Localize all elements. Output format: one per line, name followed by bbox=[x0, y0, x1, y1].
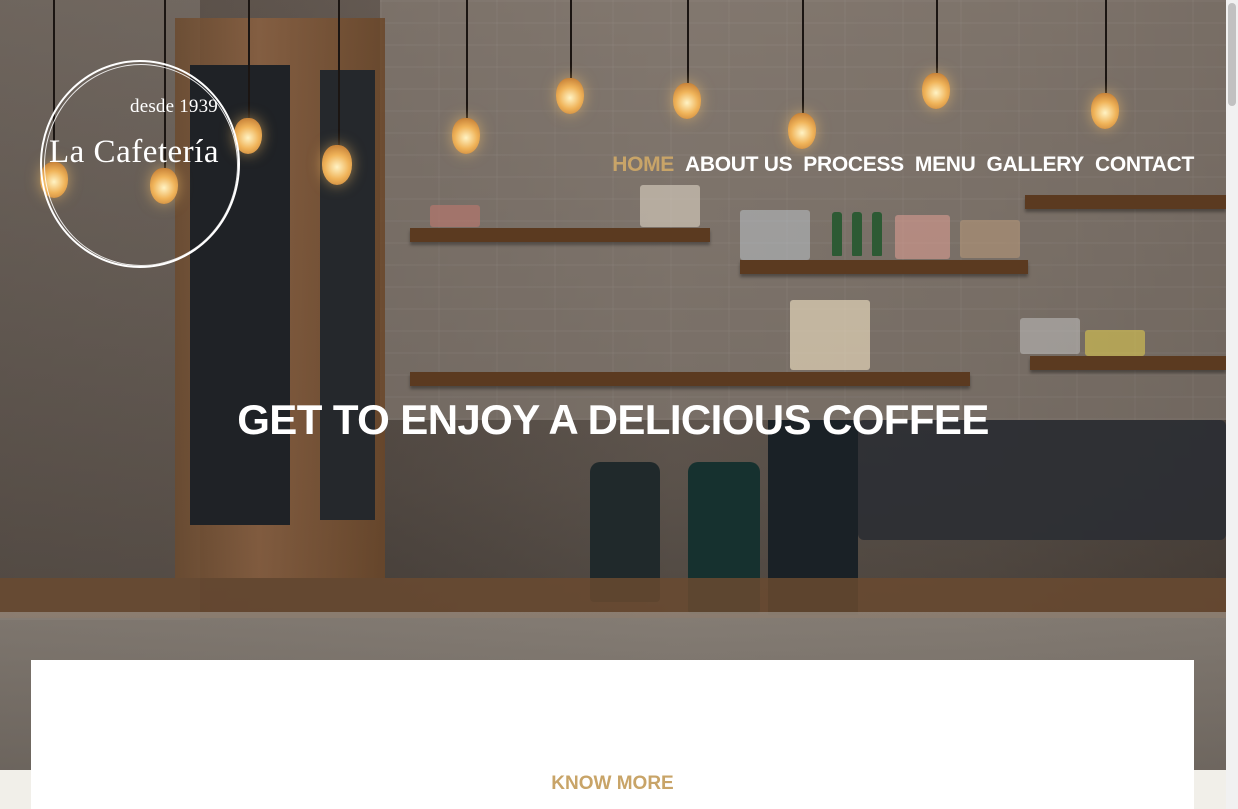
nav-item-home[interactable]: HOME bbox=[612, 153, 674, 177]
know-more-link[interactable]: KNOW MORE bbox=[31, 773, 1194, 795]
nav-item-process[interactable]: PROCESS bbox=[803, 153, 904, 177]
nav-item-contact[interactable]: CONTACT bbox=[1095, 153, 1194, 177]
hero-headline: GET TO ENJOY A DELICIOUS COFFEE bbox=[237, 396, 989, 443]
logo-wordmark[interactable]: La Cafetería bbox=[49, 134, 229, 171]
main-nav: HOME ABOUT US PROCESS MENU GALLERY CONTA… bbox=[612, 153, 1194, 177]
page-scrollbar[interactable] bbox=[1226, 0, 1238, 809]
logo-tagline: desde 1939 bbox=[130, 96, 219, 117]
intro-panel: KNOW MORE bbox=[31, 660, 1194, 809]
nav-item-gallery[interactable]: GALLERY bbox=[987, 153, 1085, 177]
nav-item-menu[interactable]: MENU bbox=[915, 153, 976, 177]
scrollbar-thumb[interactable] bbox=[1228, 3, 1236, 106]
nav-item-about-us[interactable]: ABOUT US bbox=[685, 153, 793, 177]
